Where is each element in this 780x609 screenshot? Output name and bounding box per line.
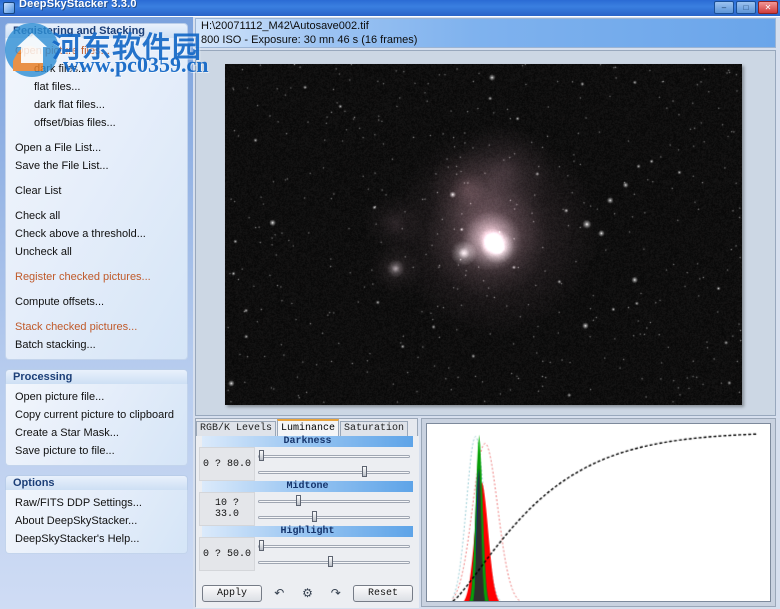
apply-button[interactable]: Apply (202, 585, 262, 602)
slider-thumb[interactable] (296, 495, 301, 506)
slider-darkness-slider-2[interactable] (258, 465, 410, 479)
tab-rgbk-levels[interactable]: RGB/K Levels (196, 421, 276, 436)
app-icon (3, 2, 15, 14)
slider-track (258, 516, 410, 519)
slider-darkness-slider-1[interactable] (258, 449, 410, 463)
histogram-plot[interactable] (426, 423, 771, 602)
sidebar-item-copy-current-picture-to-clipboard[interactable]: Copy current picture to clipboard (6, 406, 187, 424)
astro-photo[interactable] (225, 64, 742, 405)
sidebar-item-batch-stacking[interactable]: Batch stacking... (6, 336, 187, 354)
sidebar-item-raw-fits-ddp-settings[interactable]: Raw/FITS DDP Settings... (6, 494, 187, 512)
sidebar-panel-registering-and-stacking: Registering and Stacking Open picture fil… (5, 23, 188, 360)
slider-track (258, 471, 410, 474)
file-info-header: H:\20071112_M42\Autosave002.tif 800 ISO … (195, 18, 776, 48)
sidebar-panel-body: Open picture files... dark files... flat f… (5, 38, 188, 360)
slider-midtone-slider-2[interactable] (258, 510, 410, 524)
window-controls: – □ ✕ (714, 1, 778, 14)
tab-saturation[interactable]: Saturation (340, 421, 408, 436)
level-value-darkness: 0 ? 80.0 (199, 447, 255, 481)
window-title: DeepSkyStacker 3.3.0 (19, 0, 137, 10)
astro-photo-canvas (225, 64, 742, 405)
slider-thumb[interactable] (259, 450, 264, 461)
histogram-panel (421, 418, 776, 607)
image-viewer[interactable] (195, 50, 776, 416)
sidebar-item-offset-bias-files[interactable]: offset/bias files... (6, 114, 187, 132)
sidebar-item-compute-offsets[interactable]: Compute offsets... (6, 293, 187, 311)
levels-panel: RGB/K Levels Luminance Saturation Darkness… (195, 418, 418, 607)
file-path-label: H:\20071112_M42\Autosave002.tif (201, 20, 369, 32)
slider-highlight-slider-1[interactable] (258, 539, 410, 553)
sidebar-panel-title: Registering and Stacking (5, 23, 188, 38)
slider-track (258, 561, 410, 564)
sidebar-item-save-picture-to-file[interactable]: Save picture to file... (6, 442, 187, 460)
level-value-midtone: 10 ? 33.0 (199, 492, 255, 526)
histogram-canvas (427, 424, 770, 601)
sidebar-panel-body: Raw/FITS DDP Settings... About DeepSkySta… (5, 490, 188, 554)
level-group-row: 10 ? 33.0 (196, 492, 419, 526)
close-button[interactable]: ✕ (758, 1, 778, 14)
slider-group-darkness (256, 447, 414, 481)
level-value-highlight: 0 ? 50.0 (199, 537, 255, 571)
main-content: H:\20071112_M42\Autosave002.tif 800 ISO … (193, 17, 780, 609)
sidebar-item-check-above-a-threshold[interactable]: Check above a threshold... (6, 225, 187, 243)
slider-thumb[interactable] (312, 511, 317, 522)
sidebar-item-uncheck-all[interactable]: Uncheck all (6, 243, 187, 261)
sidebar-item-dark-flat-files[interactable]: dark flat files... (6, 96, 187, 114)
sidebar: Registering and Stacking Open picture fil… (0, 17, 193, 609)
sidebar-item-clear-list[interactable]: Clear List (6, 182, 187, 200)
level-group-title-darkness: Darkness (202, 436, 413, 447)
slider-group-highlight (256, 537, 414, 571)
slider-group-midtone (256, 492, 414, 526)
redo-icon[interactable]: ↷ (325, 585, 347, 602)
slider-thumb[interactable] (259, 540, 264, 551)
minimize-button[interactable]: – (714, 1, 734, 14)
levels-action-bar: Apply ↶ ⚙ ↷ Reset (196, 582, 419, 604)
level-group-title-highlight: Highlight (202, 526, 413, 537)
sidebar-item-save-the-file-list[interactable]: Save the File List... (6, 157, 187, 175)
slider-thumb[interactable] (328, 556, 333, 567)
levels-tab-bar: RGB/K Levels Luminance Saturation (196, 419, 419, 436)
sidebar-panel-body: Open picture file... Copy current picture… (5, 384, 188, 466)
level-group-midtone: Midtone 10 ? 33.0 (196, 481, 419, 526)
sidebar-item-open-picture-file[interactable]: Open picture file... (6, 388, 187, 406)
level-group-darkness: Darkness 0 ? 80.0 (196, 436, 419, 481)
slider-track (258, 545, 410, 548)
application-window: DeepSkyStacker 3.3.0 – □ ✕ Registering a… (0, 0, 780, 609)
gear-icon[interactable]: ⚙ (297, 585, 319, 602)
sidebar-item-about-deepskystacker[interactable]: About DeepSkyStacker... (6, 512, 187, 530)
tab-luminance[interactable]: Luminance (277, 419, 339, 436)
sidebar-panel-options: Options Raw/FITS DDP Settings... About Dee… (5, 475, 188, 554)
sidebar-item-create-a-star-mask[interactable]: Create a Star Mask... (6, 424, 187, 442)
level-group-row: 0 ? 80.0 (196, 447, 419, 481)
window-body: Registering and Stacking Open picture fil… (0, 16, 780, 609)
undo-icon[interactable]: ↶ (268, 585, 290, 602)
level-group-title-midtone: Midtone (202, 481, 413, 492)
sidebar-item-flat-files[interactable]: flat files... (6, 78, 187, 96)
sidebar-item-deepskystacker-s-help[interactable]: DeepSkyStacker's Help... (6, 530, 187, 548)
slider-track (258, 455, 410, 458)
file-details-label: 800 ISO - Exposure: 30 mn 46 s (16 frame… (201, 34, 417, 46)
slider-track (258, 500, 410, 503)
maximize-button[interactable]: □ (736, 1, 756, 14)
sidebar-item-open-picture-files[interactable]: Open picture files... (6, 42, 187, 60)
sidebar-item-check-all[interactable]: Check all (6, 207, 187, 225)
sidebar-panel-title: Processing (5, 369, 188, 384)
level-group-row: 0 ? 50.0 (196, 537, 419, 571)
sidebar-item-open-a-file-list[interactable]: Open a File List... (6, 139, 187, 157)
title-bar: DeepSkyStacker 3.3.0 – □ ✕ (0, 0, 780, 16)
level-group-highlight: Highlight 0 ? 50.0 (196, 526, 419, 571)
sidebar-item-stack-checked-pictures[interactable]: Stack checked pictures... (6, 318, 187, 336)
sidebar-item-register-checked-pictures[interactable]: Register checked pictures... (6, 268, 187, 286)
sidebar-panel-title: Options (5, 475, 188, 490)
slider-thumb[interactable] (362, 466, 367, 477)
reset-button[interactable]: Reset (353, 585, 413, 602)
sidebar-item-dark-files[interactable]: dark files... (6, 60, 187, 78)
slider-highlight-slider-2[interactable] (258, 555, 410, 569)
slider-midtone-slider-1[interactable] (258, 494, 410, 508)
sidebar-panel-processing: Processing Open picture file... Copy curre… (5, 369, 188, 466)
